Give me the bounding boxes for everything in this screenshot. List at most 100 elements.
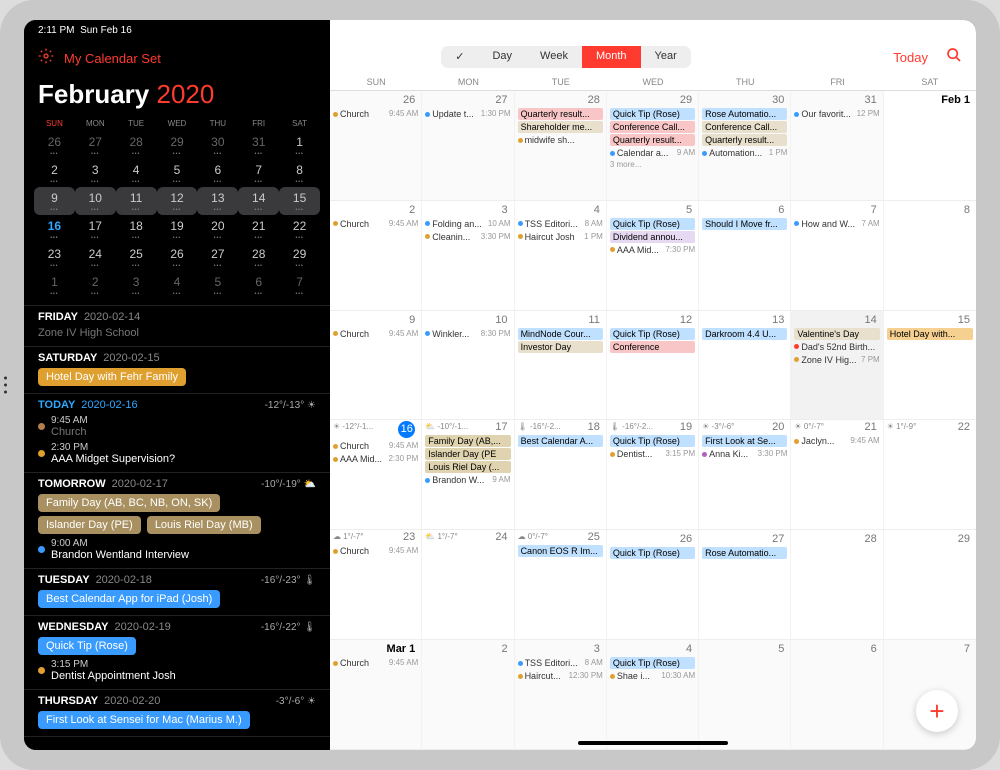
event-row[interactable]: Calendar a...9 AM <box>610 147 695 159</box>
event-bar[interactable]: Hotel Day with... <box>887 328 973 340</box>
event-row[interactable]: Our favorit...12 PM <box>794 108 879 120</box>
day-cell[interactable]: 13Darkroom 4.4 U... <box>699 311 791 420</box>
view-tab[interactable]: Week <box>526 46 582 68</box>
day-cell[interactable]: 26Church9:45 AM <box>330 91 422 200</box>
event-row[interactable]: midwife sh... <box>518 134 603 146</box>
day-cell[interactable]: 26Quick Tip (Rose) <box>607 530 699 639</box>
event-row[interactable]: Zone IV Hig...7 PM <box>794 354 879 366</box>
event-bar[interactable]: Conference <box>610 341 695 353</box>
mini-day[interactable]: 17••• <box>75 215 116 243</box>
mini-day[interactable]: 11••• <box>116 187 157 215</box>
search-icon[interactable] <box>946 47 962 68</box>
event-row[interactable]: Haircut...12:30 PM <box>518 670 603 682</box>
event-row[interactable]: Winkler...8:30 PM <box>425 328 510 340</box>
day-cell[interactable]: 29Quick Tip (Rose)Conference Call...Quar… <box>607 91 699 200</box>
mini-day[interactable]: 3••• <box>116 271 157 299</box>
event-bar[interactable]: Rose Automatio... <box>702 547 787 559</box>
mini-day[interactable]: 2••• <box>75 271 116 299</box>
day-cell[interactable]: 14Valentine's DayDad's 52nd Birth...Zone… <box>791 311 883 420</box>
agenda-chip[interactable]: First Look at Sensei for Mac (Marius M.) <box>38 711 250 729</box>
home-indicator[interactable] <box>578 741 728 745</box>
mini-day[interactable]: 4••• <box>157 271 198 299</box>
event-row[interactable]: How and W...7 AM <box>794 218 879 230</box>
event-bar[interactable]: Investor Day <box>518 341 603 353</box>
agenda-chip[interactable]: Islander Day (PE) <box>38 516 141 534</box>
day-cell[interactable]: 5Quick Tip (Rose)Dividend annou...AAA Mi… <box>607 201 699 310</box>
mini-day[interactable]: 25••• <box>116 243 157 271</box>
event-bar[interactable]: Dividend annou... <box>610 231 695 243</box>
event-row[interactable]: Church9:45 AM <box>333 657 418 669</box>
agenda-item[interactable]: 2:30 PMAAA Midget Supervision? <box>38 442 316 465</box>
event-bar[interactable]: Valentine's Day <box>794 328 879 340</box>
mini-day[interactable]: 19••• <box>157 215 198 243</box>
mini-day[interactable]: 18••• <box>116 215 157 243</box>
event-bar[interactable]: Quick Tip (Rose) <box>610 108 695 120</box>
event-bar[interactable]: Should I Move fr... <box>702 218 787 230</box>
day-cell[interactable]: 11MindNode Cour...Investor Day <box>515 311 607 420</box>
event-bar[interactable]: Quick Tip (Rose) <box>610 547 695 559</box>
mini-day[interactable]: 14••• <box>238 187 279 215</box>
event-row[interactable]: Church9:45 AM <box>333 328 418 340</box>
event-bar[interactable]: Family Day (AB,... <box>425 435 510 447</box>
day-cell[interactable]: Mar 1Church9:45 AM <box>330 640 422 749</box>
agenda-chip[interactable]: Hotel Day with Fehr Family <box>38 368 186 386</box>
mini-day[interactable]: 5••• <box>197 271 238 299</box>
event-bar[interactable]: Canon EOS R Im... <box>518 545 603 557</box>
event-row[interactable]: AAA Mid...2:30 PM <box>333 453 418 465</box>
mini-day[interactable]: 15••• <box>279 187 320 215</box>
event-bar[interactable]: Quarterly result... <box>702 134 787 146</box>
mini-day[interactable]: 27••• <box>197 243 238 271</box>
day-cell[interactable]: 27Update t...1:30 PM <box>422 91 514 200</box>
mini-day[interactable]: 23••• <box>34 243 75 271</box>
mini-day[interactable]: 7••• <box>238 159 279 187</box>
event-row[interactable]: Dentist...3:15 PM <box>610 448 695 460</box>
mini-day[interactable]: 12••• <box>157 187 198 215</box>
mini-day[interactable]: 21••• <box>238 215 279 243</box>
event-bar[interactable]: Quarterly result... <box>518 108 603 120</box>
day-cell[interactable]: 31Our favorit...12 PM <box>791 91 883 200</box>
day-cell[interactable]: 3Folding an...10 AMCleanin...3:30 PM <box>422 201 514 310</box>
day-cell[interactable]: 🌡 -16°/-2...18Best Calendar A... <box>515 420 607 529</box>
event-row[interactable]: Church9:45 AM <box>333 218 418 230</box>
event-bar[interactable]: Quick Tip (Rose) <box>610 435 695 447</box>
mini-day[interactable]: 4••• <box>116 159 157 187</box>
mini-day[interactable]: 3••• <box>75 159 116 187</box>
day-cell[interactable]: 4Quick Tip (Rose)Shae i...10:30 AM <box>607 640 699 749</box>
day-cell[interactable]: 28Quarterly result...Shareholder me...mi… <box>515 91 607 200</box>
event-row[interactable]: Dad's 52nd Birth... <box>794 341 879 353</box>
view-tab[interactable]: Year <box>641 46 691 68</box>
event-bar[interactable]: Shareholder me... <box>518 121 603 133</box>
mini-day[interactable]: 22••• <box>279 215 320 243</box>
event-bar[interactable]: Quick Tip (Rose) <box>610 328 695 340</box>
day-cell[interactable]: 29 <box>884 530 976 639</box>
mini-calendar[interactable]: SUNMONTUEWEDTHUFRISAT 26•••27•••28•••29•… <box>24 114 330 305</box>
day-cell[interactable]: 5 <box>699 640 791 749</box>
mini-day[interactable]: 26••• <box>157 243 198 271</box>
event-row[interactable]: AAA Mid...7:30 PM <box>610 244 695 256</box>
event-bar[interactable]: Quick Tip (Rose) <box>610 657 695 669</box>
day-cell[interactable]: 6 <box>791 640 883 749</box>
day-cell[interactable]: 30Rose Automatio...Conference Call...Qua… <box>699 91 791 200</box>
mini-day[interactable]: 1••• <box>34 271 75 299</box>
event-row[interactable]: TSS Editori...8 AM <box>518 657 603 669</box>
mini-day[interactable]: 31••• <box>238 131 279 159</box>
day-cell[interactable]: 8 <box>884 201 976 310</box>
event-bar[interactable]: Islander Day (PE <box>425 448 510 460</box>
day-cell[interactable]: ☀ 1°/-9°22 <box>884 420 976 529</box>
day-cell[interactable]: 10Winkler...8:30 PM <box>422 311 514 420</box>
mini-day[interactable]: 26••• <box>34 131 75 159</box>
day-cell[interactable]: 27Rose Automatio... <box>699 530 791 639</box>
mini-day[interactable]: 1••• <box>279 131 320 159</box>
mini-day[interactable]: 6••• <box>197 159 238 187</box>
event-bar[interactable]: First Look at Se... <box>702 435 787 447</box>
mini-day[interactable]: 9••• <box>34 187 75 215</box>
day-cell[interactable]: 2 <box>422 640 514 749</box>
add-event-button[interactable]: + <box>916 690 958 732</box>
agenda-item[interactable]: 9:00 AMBrandon Wentland Interview <box>38 538 316 561</box>
mini-day[interactable]: 10••• <box>75 187 116 215</box>
event-row[interactable]: Haircut Josh1 PM <box>518 231 603 243</box>
mini-day[interactable]: 2••• <box>34 159 75 187</box>
day-cell[interactable]: 3TSS Editori...8 AMHaircut...12:30 PM <box>515 640 607 749</box>
day-cell[interactable]: ☀ 0°/-7°21Jaclyn...9:45 AM <box>791 420 883 529</box>
gear-icon[interactable] <box>38 48 54 69</box>
